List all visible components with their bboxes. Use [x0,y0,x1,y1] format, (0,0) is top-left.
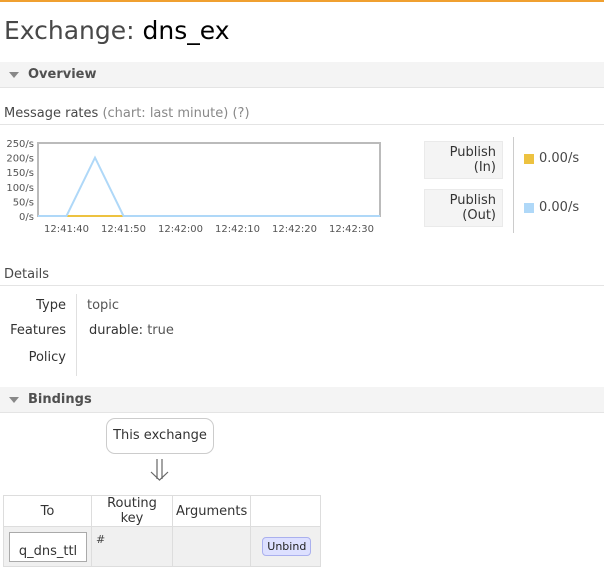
x-tick-label: 12:42:10 [215,224,260,235]
overview-section-label: Overview [28,67,97,82]
y-tick-label: 150/s [6,168,34,179]
page-title-prefix: Exchange: [4,16,143,45]
details-separator [76,294,77,376]
column-header-arguments: Arguments [171,495,252,527]
durable-key: durable: [89,323,144,338]
message-rates-heading: Message rates (chart: last minute) (?) [4,106,250,121]
routing-key-value: # [96,533,106,546]
binding-actions-cell: Unbind [250,526,322,567]
binding-to-cell: q_dns_ttl [3,526,92,567]
page-title: Exchange: dns_ex [4,16,230,45]
features-value: durable: true [89,323,174,338]
legend-label-line1: Publish [449,193,496,208]
help-link[interactable]: (?) [232,106,249,121]
publish-out-rate: 0.00/s [539,200,580,215]
type-value: topic [87,298,120,313]
collapse-triangle-icon [9,72,19,78]
type-key: Type [36,298,66,313]
column-header-routing-key: Routing key [91,495,173,527]
bindings-section-label: Bindings [28,392,92,407]
y-tick-label: 250/s [6,139,34,150]
x-tick-label: 12:41:50 [101,224,146,235]
binding-arguments-cell [171,526,252,567]
divider [0,124,604,125]
x-tick-label: 12:42:20 [272,224,317,235]
message-rates-chart: 250/s 200/s 150/s 100/s 50/s 0/s 12:41:40 12:41… [6,139,381,235]
binding-routing-key-cell: # [91,526,173,567]
publish-out-swatch [524,203,534,213]
publish-in-swatch [524,154,534,164]
bindings-table: To Routing key Arguments q_dns_ttl # Unb… [3,495,322,567]
legend-separator [513,137,514,233]
down-arrow-icon [150,459,169,481]
collapse-triangle-icon [9,397,19,403]
table-header-row: To Routing key Arguments [3,495,322,527]
table-row: q_dns_ttl # Unbind [3,526,322,567]
legend-label-line2: (In) [473,160,496,175]
divider [0,285,604,286]
legend-label-line1: Publish [449,145,496,160]
x-tick-label: 12:42:00 [158,224,203,235]
policy-key: Policy [28,350,66,365]
unbind-button[interactable]: Unbind [262,537,312,556]
column-header-to: To [3,495,92,527]
chart-range-link[interactable]: (chart: last minute) [102,106,228,121]
publish-in-rate: 0.00/s [539,151,580,166]
exchange-name: dns_ex [142,16,230,45]
durable-value: true [147,323,174,338]
y-tick-label: 100/s [6,183,34,194]
x-tick-label: 12:42:30 [329,224,374,235]
legend-publish-in: Publish (In) [424,141,503,179]
x-tick-label: 12:41:40 [44,224,89,235]
chart-plot-area [37,142,381,217]
top-accent-line [0,0,604,2]
bindings-section-toggle[interactable]: Bindings [0,387,604,413]
features-key: Features [10,323,66,338]
message-rates-label: Message rates [4,106,99,121]
details-heading: Details [4,267,50,282]
queue-link[interactable]: q_dns_ttl [9,532,87,562]
y-tick-label: 50/s [13,197,34,208]
overview-section-toggle[interactable]: Overview [0,62,604,88]
column-header-actions [250,495,322,527]
legend-publish-out: Publish (Out) [424,189,503,227]
this-exchange-box: This exchange [106,418,214,454]
y-tick-label: 200/s [6,154,34,165]
y-tick-label: 0/s [19,212,34,223]
legend-label-line2: (Out) [462,208,496,223]
